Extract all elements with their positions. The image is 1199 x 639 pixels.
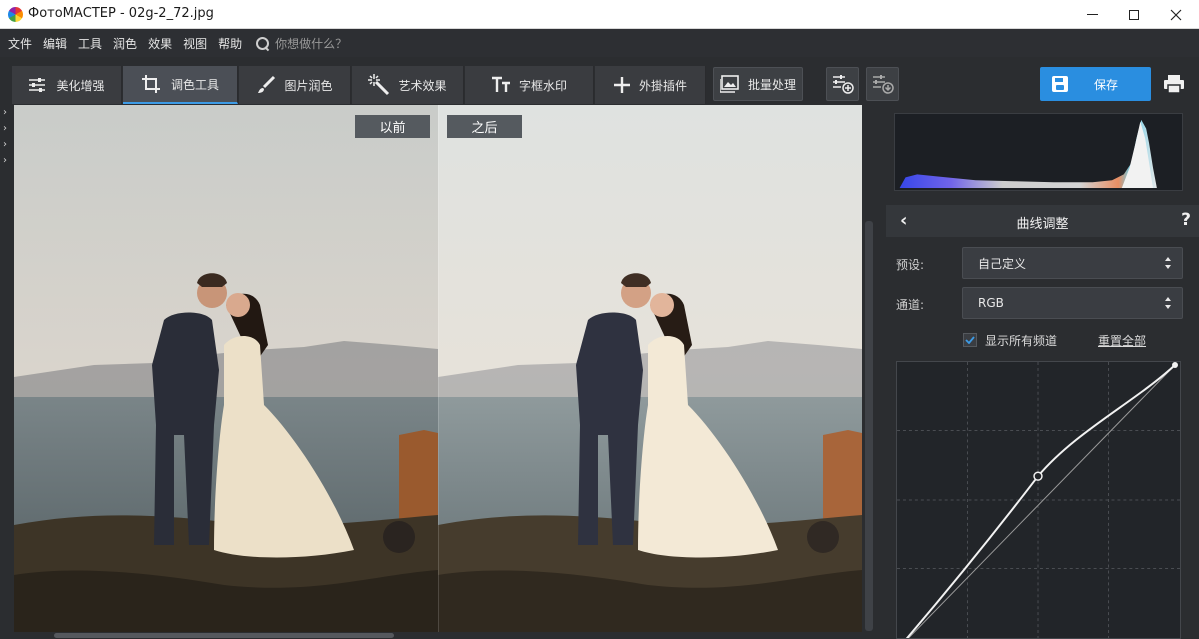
menu-retouch[interactable]: 润色 bbox=[113, 35, 137, 52]
plus-icon bbox=[613, 77, 630, 93]
chevron-right-icon: › bbox=[3, 107, 7, 118]
magic-wand-icon bbox=[368, 74, 390, 96]
curve-line bbox=[905, 364, 1176, 638]
curve-control-point[interactable] bbox=[1033, 471, 1043, 481]
tab-color-tools[interactable]: 调色工具 bbox=[123, 66, 238, 104]
curve-baseline bbox=[907, 364, 1176, 638]
photo-canvas[interactable]: 以前 之后 bbox=[14, 105, 862, 632]
preset-value: 自己定义 bbox=[978, 256, 1027, 271]
before-label: 以前 bbox=[355, 115, 430, 138]
menu-search[interactable]: 你想做什么？ bbox=[256, 35, 347, 52]
menu-edit[interactable]: 编辑 bbox=[43, 35, 67, 52]
save-label: 保存 bbox=[1094, 77, 1119, 92]
histogram bbox=[894, 113, 1183, 191]
sliders-add-icon bbox=[832, 75, 854, 94]
maximize-icon bbox=[1129, 9, 1139, 20]
horizontal-scroll-thumb[interactable] bbox=[54, 633, 394, 638]
tab-enhance[interactable]: 美化增强 bbox=[12, 66, 122, 104]
horizontal-scrollbar[interactable] bbox=[14, 632, 862, 639]
chevron-right-icon: › bbox=[3, 155, 7, 166]
minimize-button[interactable] bbox=[1069, 0, 1115, 29]
tab-plugins[interactable]: 外掛插件 bbox=[595, 66, 706, 104]
minimize-icon bbox=[1086, 14, 1098, 15]
print-button[interactable] bbox=[1157, 67, 1191, 101]
app-logo-icon bbox=[8, 7, 23, 22]
curve-editor[interactable] bbox=[896, 361, 1181, 639]
tab-art-effects-label: 艺术效果 bbox=[398, 78, 447, 93]
batch-process-label: 批量处理 bbox=[747, 77, 796, 92]
add-preset-button[interactable] bbox=[826, 67, 859, 101]
toolbar: 美化增强 调色工具 图片润色 艺术效果 字框水印 外掛插件 批量处理 保存 bbox=[0, 57, 1199, 105]
preset-select[interactable]: 自己定义 bbox=[962, 247, 1183, 279]
tab-color-tools-label: 调色工具 bbox=[170, 77, 219, 92]
menu-tools[interactable]: 工具 bbox=[78, 35, 102, 52]
channel-value: RGB bbox=[978, 296, 1004, 310]
vertical-scrollbar[interactable] bbox=[862, 105, 876, 632]
show-all-channels-label[interactable]: 显示所有频道 bbox=[985, 332, 1057, 349]
curve-endpoint[interactable] bbox=[1172, 362, 1178, 368]
printer-icon bbox=[1164, 75, 1184, 94]
spinner-arrows-icon bbox=[1165, 297, 1171, 309]
show-all-channels-checkbox[interactable] bbox=[963, 333, 977, 347]
preset-label: 预设: bbox=[896, 258, 925, 272]
menu-file[interactable]: 文件 bbox=[8, 35, 32, 52]
text-icon bbox=[491, 76, 510, 92]
spinner-arrows-icon bbox=[1165, 257, 1171, 269]
tab-plugins-label: 外掛插件 bbox=[638, 78, 687, 93]
batch-process-button[interactable]: 批量处理 bbox=[713, 67, 803, 101]
chevron-right-icon: › bbox=[3, 139, 7, 150]
compare-divider[interactable] bbox=[438, 105, 439, 632]
adjustment-panel: ‹ 曲线调整 ? 预设: 自己定义 通道: RGB 显示所有频道 重置全部 bbox=[878, 105, 1199, 639]
crop-icon bbox=[141, 75, 160, 93]
vertical-scroll-thumb[interactable] bbox=[865, 221, 873, 631]
help-icon[interactable]: ? bbox=[1181, 210, 1191, 230]
search-icon bbox=[256, 36, 270, 50]
reset-all-link[interactable]: 重置全部 bbox=[1098, 332, 1146, 349]
sliders-icon bbox=[29, 78, 46, 92]
left-collapse-strip[interactable]: › › › › bbox=[0, 105, 14, 639]
channel-label: 通道: bbox=[896, 298, 925, 312]
channel-select[interactable]: RGB bbox=[962, 287, 1183, 319]
menu-bar: 文件 编辑 工具 润色 效果 视图 帮助 你想做什么？ bbox=[0, 29, 1199, 57]
save-disk-icon bbox=[1052, 76, 1068, 92]
photo-before bbox=[14, 105, 438, 632]
save-preset-button[interactable] bbox=[866, 67, 899, 101]
tab-retouch[interactable]: 图片润色 bbox=[239, 66, 351, 104]
after-label: 之后 bbox=[447, 115, 522, 138]
panel-title: 曲线调整 bbox=[1016, 217, 1069, 232]
sliders-download-icon bbox=[872, 75, 894, 94]
tab-retouch-label: 图片润色 bbox=[284, 78, 333, 93]
tab-art-effects[interactable]: 艺术效果 bbox=[352, 66, 464, 104]
menu-effects[interactable]: 效果 bbox=[148, 35, 172, 52]
save-button[interactable]: 保存 bbox=[1040, 67, 1151, 101]
window-title: ФотоМАСТЕР - 02g-2_72.jpg bbox=[28, 6, 214, 21]
close-icon bbox=[1170, 9, 1182, 20]
menu-help[interactable]: 帮助 bbox=[218, 35, 242, 52]
brush-icon bbox=[258, 75, 276, 93]
photo-after bbox=[438, 105, 862, 632]
title-bar: ФотоМАСТЕР - 02g-2_72.jpg bbox=[0, 0, 1199, 29]
image-stack-icon bbox=[719, 75, 739, 93]
tab-enhance-label: 美化增强 bbox=[56, 78, 105, 93]
tab-text-watermark[interactable]: 字框水印 bbox=[465, 66, 594, 104]
panel-header: ‹ 曲线调整 ? bbox=[886, 205, 1199, 237]
chevron-right-icon: › bbox=[3, 123, 7, 134]
maximize-button[interactable] bbox=[1111, 0, 1157, 29]
check-icon bbox=[965, 336, 975, 344]
menu-view[interactable]: 视图 bbox=[183, 35, 207, 52]
close-button[interactable] bbox=[1153, 0, 1199, 29]
tab-text-watermark-label: 字框水印 bbox=[518, 78, 567, 93]
search-placeholder: 你想做什么？ bbox=[275, 36, 348, 51]
